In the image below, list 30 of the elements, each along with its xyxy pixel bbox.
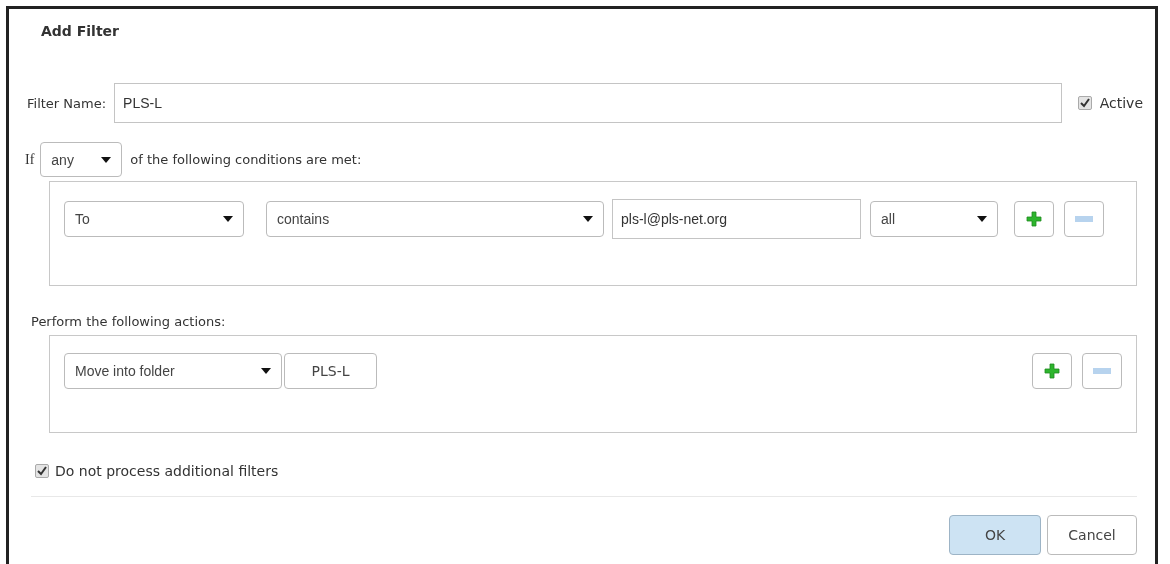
add-button[interactable] [1032,353,1072,389]
condition-text: of the following conditions are met: [130,152,362,167]
condition-prefix: If [25,151,35,168]
add-button[interactable] [1014,201,1054,237]
caret-icon [223,216,233,222]
checkbox[interactable] [1077,96,1092,110]
checkbox-label: Do not process additional filters [55,463,279,479]
caret-icon [977,216,987,222]
folder-button[interactable]: PLS-L [284,353,377,389]
dialog-title: Add Filter [40,22,120,41]
caret-icon [583,216,593,222]
checkbox[interactable] [35,464,49,478]
minus-icon [1093,368,1111,374]
caret-icon [101,156,112,163]
plus-icon [1044,363,1060,379]
checkbox-label: Active [1099,95,1143,111]
value-field[interactable]: pls-l@pls-net.org [612,199,861,239]
cancel-button[interactable]: Cancel [1047,515,1137,555]
field-select[interactable]: To [64,201,244,237]
section-label: Perform the following actions: [31,314,227,329]
caret-icon [261,368,271,374]
action-select[interactable]: Move into folder [64,353,282,389]
ok-button[interactable]: OK [949,515,1041,555]
match-select[interactable]: any [40,142,123,177]
minus-icon [1075,216,1093,222]
scope-select[interactable]: all [870,201,998,237]
operator-select[interactable]: contains [266,201,604,237]
field-label: Filter Name: [27,95,107,111]
plus-icon [1026,211,1042,227]
filter-name-field[interactable]: PLS-L [114,83,1062,123]
